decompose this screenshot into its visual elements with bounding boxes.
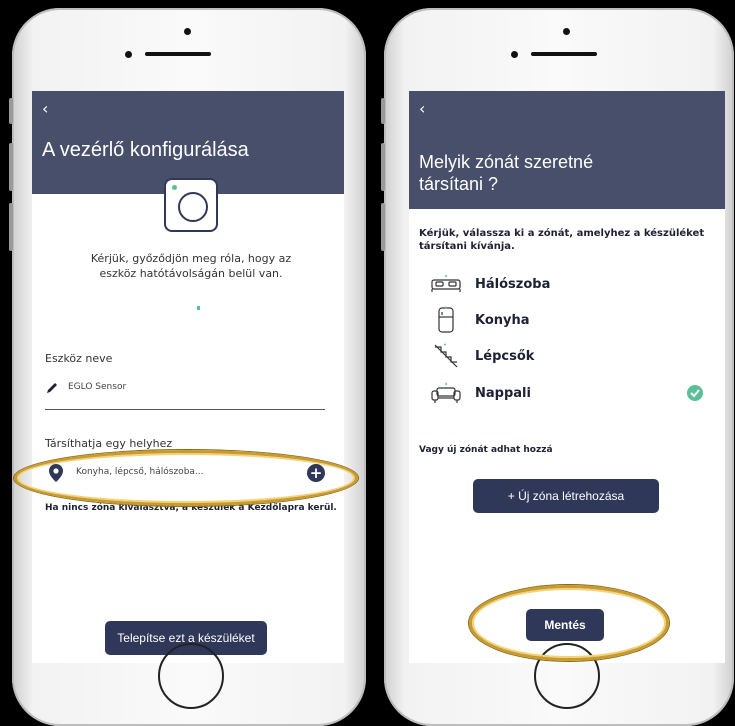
page-title: A vezérlő konfigurálása bbox=[42, 139, 249, 161]
fridge-icon bbox=[429, 306, 463, 333]
sofa-icon bbox=[429, 381, 463, 405]
volume-down-button bbox=[381, 203, 385, 251]
zone-option-lepcsok[interactable]: Lépcsők bbox=[429, 341, 534, 371]
device-name-underline bbox=[45, 409, 325, 410]
volume-down-button bbox=[9, 203, 13, 251]
save-button[interactable]: Mentés bbox=[526, 609, 604, 641]
back-icon[interactable]: ‹ bbox=[419, 99, 425, 118]
loading-indicator bbox=[197, 306, 200, 310]
location-pin-icon bbox=[49, 464, 63, 482]
mute-switch bbox=[381, 98, 385, 124]
hint-text: Ha nincs zóna kiválasztva, a készülék a … bbox=[45, 503, 337, 513]
camera-dot bbox=[563, 28, 570, 35]
zone-label: Hálószoba bbox=[475, 276, 551, 292]
home-button bbox=[158, 643, 224, 709]
screen-right: ‹ Melyik zónát szeretné társítani ? Kérj… bbox=[409, 91, 725, 663]
device-name-field[interactable]: EGLO Sensor bbox=[68, 382, 126, 392]
volume-up-button bbox=[381, 143, 385, 191]
volume-up-button bbox=[9, 143, 13, 191]
front-camera bbox=[125, 51, 132, 58]
sensor-device-icon bbox=[164, 178, 218, 232]
title-line-2: társítani ? bbox=[419, 174, 499, 194]
phone-frame-left: ‹ A vezérlő konfigurálása Kérjük, győződ… bbox=[9, 8, 366, 726]
home-button bbox=[534, 643, 600, 709]
zone-option-halo[interactable]: Hálószoba bbox=[429, 269, 550, 299]
range-instruction: Kérjük, győződjön meg róla, hogy az eszk… bbox=[90, 252, 292, 280]
zone-label: Nappali bbox=[475, 385, 531, 401]
zone-instruction: Kérjük, válassza ki a zónát, amelyhez a … bbox=[419, 228, 705, 252]
pencil-icon bbox=[45, 380, 59, 394]
camera-dot bbox=[184, 28, 191, 35]
title-line-1: Melyik zónát szeretné bbox=[419, 152, 594, 172]
zone-option-nappali[interactable]: Nappali bbox=[429, 378, 719, 408]
bed-icon bbox=[429, 272, 463, 296]
phone-frame-right: ‹ Melyik zónát szeretné társítani ? Kérj… bbox=[381, 8, 734, 726]
check-icon bbox=[687, 385, 703, 401]
zone-option-konyha[interactable]: Konyha bbox=[429, 305, 530, 335]
zone-label: Konyha bbox=[475, 312, 530, 328]
new-zone-hint: Vagy új zónát adhat hozzá bbox=[419, 445, 553, 455]
location-label: Társíthatja egy helyhez bbox=[45, 437, 173, 450]
front-camera bbox=[511, 51, 518, 58]
location-input[interactable]: Konyha, lépcső, hálószoba... bbox=[76, 467, 204, 477]
page-title: Melyik zónát szeretné társítani ? bbox=[419, 151, 593, 195]
back-icon[interactable]: ‹ bbox=[42, 99, 48, 118]
add-location-icon[interactable]: + bbox=[307, 464, 325, 482]
header-bar: ‹ Melyik zónát szeretné társítani ? bbox=[409, 91, 725, 209]
stairs-icon bbox=[429, 343, 463, 368]
screen-left: ‹ A vezérlő konfigurálása Kérjük, győződ… bbox=[32, 91, 344, 663]
zone-label: Lépcsők bbox=[475, 348, 535, 364]
device-name-label: Eszköz neve bbox=[45, 352, 113, 365]
mute-switch bbox=[9, 98, 13, 124]
speaker-grille bbox=[145, 52, 211, 56]
speaker-grille bbox=[531, 52, 597, 56]
create-zone-button[interactable]: + Új zóna létrehozása bbox=[473, 479, 659, 513]
